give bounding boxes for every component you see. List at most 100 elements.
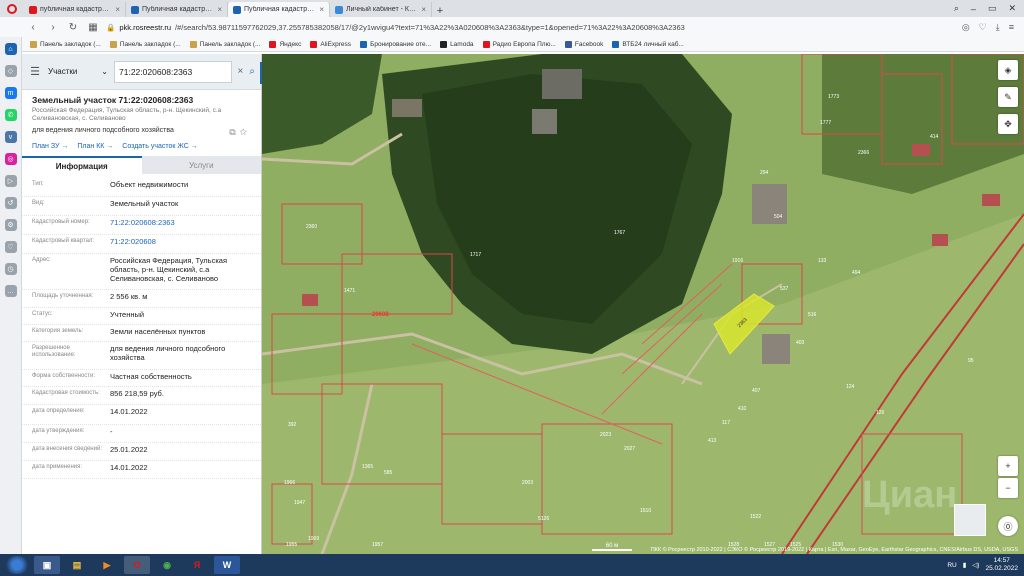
parcel-label: 1717 — [470, 252, 482, 258]
network-icon[interactable]: ▮ — [963, 561, 967, 569]
opera-menu-icon[interactable] — [0, 0, 24, 17]
settings-sidebar-icon[interactable]: ⚙ — [4, 219, 17, 231]
close-tab-icon[interactable]: × — [115, 5, 120, 14]
speed-dial-sidebar-icon[interactable]: ⌂ — [4, 43, 17, 55]
layers-button[interactable]: ◈ — [998, 60, 1018, 80]
bookmark-sidebar-icon[interactable]: ◇ — [4, 65, 17, 77]
reload-button[interactable]: ↻ — [66, 22, 80, 33]
messenger-icon[interactable]: m — [4, 87, 17, 99]
browser-tab[interactable]: Публичная кадастровая к × — [126, 2, 228, 17]
attribute-row: дата утверждения: - — [22, 425, 261, 443]
close-window-button[interactable]: ✕ — [1008, 3, 1016, 14]
bookmark[interactable]: Facebook — [564, 40, 603, 48]
word-taskbar-icon[interactable]: W — [214, 556, 240, 574]
cyan-app-icon[interactable]: ▣ — [34, 556, 60, 574]
attribute-row: Статус: Учтенный — [22, 308, 261, 325]
history-icon[interactable]: ↺ — [4, 197, 17, 209]
minimize-button[interactable]: – — [971, 4, 976, 14]
tab-information[interactable]: Информация — [22, 156, 142, 174]
parcel-label: 294 — [760, 170, 769, 176]
parcel-label: 5126 — [538, 516, 550, 522]
vk-icon[interactable]: v — [4, 131, 17, 143]
plan-zu-link[interactable]: План ЗУ → — [32, 143, 68, 150]
more-sidebar-icon[interactable]: … — [4, 285, 17, 297]
browser-tab[interactable]: Личный кабинет - Кошел × — [330, 2, 432, 17]
close-tab-icon[interactable]: × — [217, 5, 222, 14]
cadastral-map[interactable]: 1717 1767 1916 2360 1471 20608 392 1365 … — [262, 54, 1024, 554]
tab-search-icon[interactable]: ⌕ — [954, 3, 959, 14]
tab-favicon-icon — [335, 5, 343, 14]
parcel-title: Земельный участок 71:22:020608:2363 — [32, 95, 194, 105]
new-tab-button[interactable]: + — [432, 5, 448, 17]
info-button[interactable]: ⓪ — [998, 516, 1018, 536]
parcel-label: 2366 — [858, 150, 870, 156]
clock-sidebar-icon[interactable]: ◷ — [4, 263, 17, 275]
bookmarks-bar: Панель закладок (... Панель закладок (..… — [0, 37, 1024, 52]
file-explorer-icon[interactable]: ▤ — [64, 556, 90, 574]
bookmark[interactable]: ВТБ24 личный каб... — [612, 40, 684, 48]
bookmark[interactable]: Бронирование оте... — [360, 40, 431, 48]
forward-button[interactable]: › — [46, 22, 60, 33]
close-tab-icon[interactable]: × — [319, 5, 324, 14]
settings-icon[interactable]: ≡ — [1009, 22, 1014, 33]
camera-icon[interactable]: ◎ — [962, 22, 970, 33]
yandex-taskbar-icon[interactable]: Я — [184, 556, 210, 574]
start-button[interactable] — [4, 556, 30, 574]
url-field[interactable]: 🔒 pkk.rosreestr.ru/#/search/53.987115977… — [106, 20, 866, 34]
instagram-icon[interactable]: ◎ — [4, 153, 17, 165]
zoom-in-button[interactable]: + — [998, 456, 1018, 476]
opera-taskbar-icon[interactable]: O — [124, 556, 150, 574]
maximize-button[interactable]: ▭ — [988, 3, 997, 14]
search-icon[interactable]: ⌕ — [249, 66, 255, 77]
bookmark[interactable]: AliExpress — [310, 40, 351, 48]
parcel-label: 1767 — [614, 230, 626, 236]
plan-kk-link[interactable]: План КК → — [77, 143, 113, 150]
clock[interactable]: 14:57 25.02.2022 — [985, 557, 1018, 573]
media-player-icon[interactable]: ▶ — [94, 556, 120, 574]
menu-icon[interactable]: ☰ — [28, 65, 42, 78]
bookmark[interactable]: Lamoda — [440, 40, 474, 48]
folder-icon — [109, 40, 117, 48]
bookmark[interactable]: Панель закладок (... — [30, 40, 101, 48]
clear-search-icon[interactable]: × — [238, 66, 244, 77]
attribute-row: Кадастровая стоимость: 856 218,59 руб. — [22, 387, 261, 405]
bookmarks-sidebar-icon[interactable]: ♡ — [4, 241, 17, 253]
cadastral-search-input[interactable]: 71:22:020608:2363 — [114, 60, 232, 83]
parcel-label: 537 — [780, 286, 789, 292]
chrome-taskbar-icon[interactable]: ◉ — [154, 556, 180, 574]
close-tab-icon[interactable]: × — [421, 5, 426, 14]
copy-link-icon[interactable]: ⧉ — [229, 127, 239, 137]
measure-button[interactable]: ✎ — [998, 87, 1018, 107]
zoom-out-button[interactable]: − — [998, 478, 1018, 498]
locate-button[interactable]: ✥ — [998, 114, 1018, 134]
bookmark[interactable]: Панель закладок (... — [189, 40, 260, 48]
whatsapp-icon[interactable]: ✆ — [4, 109, 17, 121]
download-icon[interactable]: ⤓ — [996, 22, 1000, 33]
search-type-select[interactable]: Участки ⌄ — [48, 67, 108, 76]
windows-taskbar: ▣ ▤ ▶ O ◉ Я W RU ▮ ◁) 14:57 25.02.2022 — [0, 554, 1024, 576]
player-icon[interactable]: ▷ — [4, 175, 17, 187]
parcel-label: 1916 — [732, 258, 744, 264]
language-indicator[interactable]: RU — [947, 562, 956, 569]
volume-icon[interactable]: ◁) — [972, 561, 979, 569]
watermark: Циан — [862, 474, 958, 516]
browser-tab[interactable]: публичная кадастровая к × — [24, 2, 126, 17]
browser-tab-active[interactable]: Публичная кадастровая к × — [228, 2, 330, 17]
bookmark[interactable]: Радио Европа Плю... — [482, 40, 556, 48]
create-parcel-link[interactable]: Создать участок ЖС → — [122, 143, 198, 150]
bookmark-heart-icon[interactable]: ♡ — [979, 22, 987, 33]
speed-dial-icon[interactable]: ▦ — [86, 22, 100, 33]
browser-tabbar: публичная кадастровая к × Публичная када… — [0, 0, 1024, 17]
cadastral-number-link[interactable]: 71:22:020608:2363 — [110, 216, 253, 234]
parcel-label: 2023 — [600, 432, 612, 438]
tab-services[interactable]: Услуги — [141, 156, 261, 174]
cadastral-quarter-link[interactable]: 71:22:020608 — [110, 235, 253, 253]
back-button[interactable]: ‹ — [26, 22, 40, 33]
minimap[interactable] — [954, 504, 986, 536]
parcel-label: 2027 — [624, 446, 636, 452]
bookmark[interactable]: Яндекс — [269, 40, 301, 48]
favorite-star-icon[interactable]: ☆ — [240, 127, 251, 137]
bookmark[interactable]: Панель закладок (... — [109, 40, 181, 48]
parcel-label: 407 — [752, 388, 761, 394]
parcel-label: 124 — [846, 384, 855, 390]
